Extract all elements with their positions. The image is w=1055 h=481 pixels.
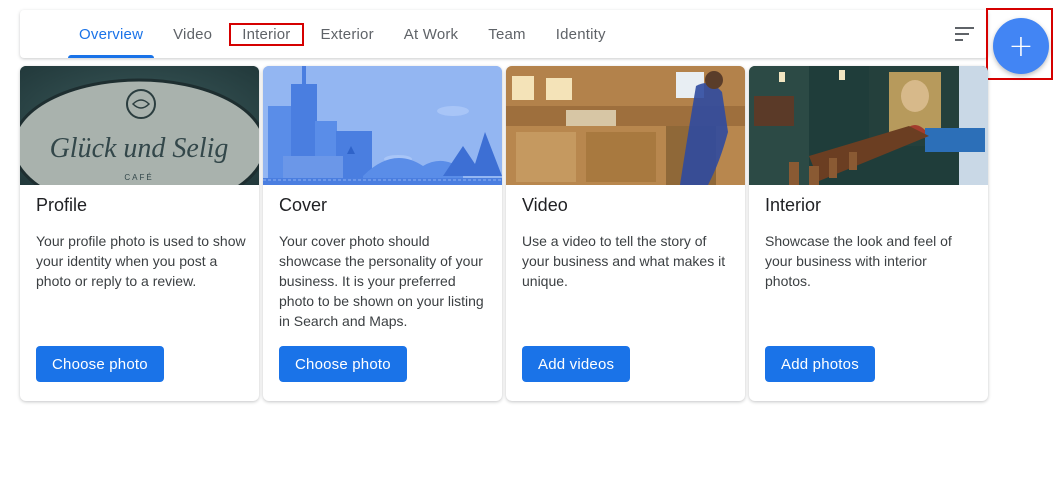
cover-image[interactable] <box>263 66 502 185</box>
cafe-sign-image: Glück und Selig CAFÉ <box>20 66 259 185</box>
city-illustration <box>263 66 502 185</box>
tab-identity[interactable]: Identity <box>545 10 617 58</box>
card-profile: Glück und Selig CAFÉ Profile Your profil… <box>20 66 259 401</box>
profile-image[interactable]: Glück und Selig CAFÉ <box>20 66 259 185</box>
filter-button[interactable] <box>954 24 976 44</box>
tab-overview-label: Overview <box>79 25 144 43</box>
tab-bar: Overview Video Interior Exterior At Work… <box>20 10 988 58</box>
card-video: Video Use a video to tell the story of y… <box>506 66 745 401</box>
add-icon: + <box>1008 28 1034 64</box>
tab-team[interactable]: Team <box>477 10 536 58</box>
tab-list: Overview Video Interior Exterior At Work… <box>68 10 625 58</box>
photo-category-cards: Glück und Selig CAFÉ Profile Your profil… <box>20 66 990 402</box>
tab-exterior-label: Exterior <box>320 25 374 43</box>
card-video-title: Video <box>522 195 568 215</box>
restaurant-interior-photo <box>749 66 988 185</box>
video-image[interactable] <box>506 66 745 185</box>
cover-choose-photo-button[interactable]: Choose photo <box>279 346 407 382</box>
interior-image[interactable] <box>749 66 988 185</box>
tab-interior-label: Interior <box>229 22 304 46</box>
card-profile-title: Profile <box>36 195 88 215</box>
add-photos-button[interactable]: Add photos <box>765 346 875 382</box>
tab-team-label: Team <box>488 25 526 43</box>
cafe-sign-text: Glück und Selig <box>50 133 229 164</box>
add-videos-button[interactable]: Add videos <box>522 346 631 382</box>
card-interior-title: Interior <box>765 195 822 215</box>
cafe-sign-subtext: CAFÉ <box>124 173 153 182</box>
tab-video[interactable]: Video <box>162 10 223 58</box>
profile-choose-photo-button[interactable]: Choose photo <box>36 346 164 382</box>
card-interior-description: Showcase the look and feel of your busin… <box>765 233 952 289</box>
tab-overview[interactable]: Overview <box>68 10 155 58</box>
filter-icon <box>955 27 974 41</box>
tab-at-work[interactable]: At Work <box>393 10 469 58</box>
card-cover-title: Cover <box>279 195 328 215</box>
fab-highlight-frame: + <box>986 8 1053 80</box>
add-photo-fab[interactable]: + <box>993 18 1049 74</box>
card-cover: Cover Your cover photo should showcase t… <box>263 66 502 401</box>
tab-exterior[interactable]: Exterior <box>310 10 385 58</box>
card-video-description: Use a video to tell the story of your bu… <box>522 233 726 289</box>
tab-at-work-label: At Work <box>403 25 459 43</box>
tab-identity-label: Identity <box>555 25 606 43</box>
cafe-counter-photo <box>506 66 745 185</box>
card-cover-description: Your cover photo should showcase the per… <box>279 233 484 329</box>
card-interior: Interior Showcase the look and feel of y… <box>749 66 988 401</box>
tab-video-label: Video <box>173 25 213 43</box>
card-profile-description: Your profile photo is used to show your … <box>36 233 246 289</box>
tab-interior[interactable]: Interior <box>229 10 304 58</box>
